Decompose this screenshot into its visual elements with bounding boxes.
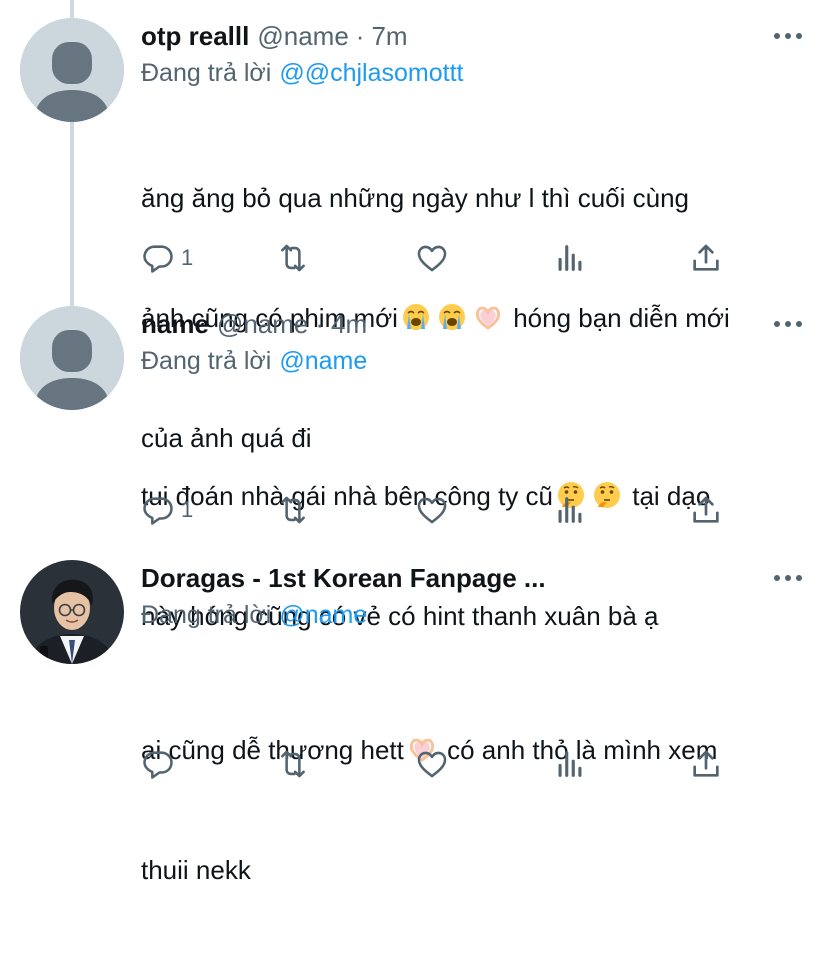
- tweet-actions: [141, 744, 741, 784]
- retweet-icon: [281, 750, 305, 778]
- user-handle[interactable]: @name: [217, 309, 308, 340]
- avatar[interactable]: [20, 18, 124, 122]
- default-avatar-icon: [20, 18, 124, 122]
- tweet-header: name @name · 4m: [141, 306, 768, 342]
- reply-icon: [143, 245, 173, 273]
- tweet[interactable]: otp realll @name · 7m Đang trả lời @@chj…: [0, 0, 828, 453]
- tweet[interactable]: name @name · 4m Đang trả lời @name tui đ…: [0, 288, 828, 631]
- reply-prefix: Đang trả lời: [141, 346, 272, 375]
- analytics-icon: [558, 497, 582, 523]
- analytics-icon: [558, 751, 582, 777]
- analytics-button[interactable]: [553, 744, 587, 784]
- like-icon: [417, 245, 447, 272]
- like-button[interactable]: [415, 490, 449, 530]
- reply-target-link[interactable]: @name: [279, 347, 367, 376]
- share-icon: [693, 496, 719, 523]
- tweet-actions: 1: [141, 238, 741, 278]
- share-button[interactable]: [689, 238, 723, 278]
- like-icon: [417, 497, 447, 524]
- replying-to: Đang trả lời @name: [141, 597, 367, 633]
- reply-icon: [143, 497, 173, 525]
- analytics-button[interactable]: [553, 238, 587, 278]
- tweet-actions: 1: [141, 490, 741, 530]
- tweet-text-line: ăng ăng bỏ qua những ngày như l thì cuối…: [141, 183, 690, 213]
- tweet-text-line: thuii nekk: [141, 855, 251, 885]
- timestamp[interactable]: 4m: [331, 309, 367, 340]
- reply-count: 1: [181, 245, 194, 270]
- timestamp[interactable]: 7m: [371, 21, 407, 52]
- separator: ·: [355, 20, 365, 51]
- reply-button[interactable]: 1: [141, 490, 193, 530]
- user-handle[interactable]: @name: [257, 21, 348, 52]
- retweet-button[interactable]: [275, 238, 311, 278]
- tweet[interactable]: Doragas - 1st Korean Fanpage ... Đang tr…: [0, 542, 828, 885]
- reply-prefix: Đang trả lời: [141, 600, 272, 629]
- default-avatar-icon: [20, 306, 124, 410]
- reply-icon: [143, 751, 173, 779]
- reply-button[interactable]: [141, 744, 175, 784]
- replying-to: Đang trả lời @name: [141, 343, 367, 379]
- more-icon[interactable]: [774, 570, 802, 586]
- tweet-text: ai cũng dễ thương hett có anh thỏ là mìn…: [141, 650, 801, 970]
- more-icon[interactable]: [774, 28, 802, 44]
- retweet-icon: [281, 244, 305, 272]
- share-icon: [693, 750, 719, 777]
- reply-target-link[interactable]: @name: [279, 601, 367, 630]
- share-button[interactable]: [689, 490, 723, 530]
- tweet-header: otp realll @name · 7m: [141, 18, 768, 54]
- avatar[interactable]: [20, 306, 124, 410]
- display-name[interactable]: name: [141, 309, 209, 340]
- avatar[interactable]: [20, 560, 124, 664]
- reply-prefix: Đang trả lời: [141, 58, 272, 87]
- tweet-header: Doragas - 1st Korean Fanpage ...: [141, 560, 768, 596]
- retweet-button[interactable]: [275, 744, 311, 784]
- retweet-button[interactable]: [275, 490, 311, 530]
- reply-button[interactable]: 1: [141, 238, 193, 278]
- retweet-icon: [281, 496, 305, 524]
- analytics-button[interactable]: [553, 490, 587, 530]
- analytics-icon: [558, 245, 582, 271]
- more-icon[interactable]: [774, 316, 802, 332]
- share-icon: [693, 244, 719, 271]
- replying-to: Đang trả lời @@chjlasomottt: [141, 55, 464, 91]
- display-name[interactable]: otp realll: [141, 21, 249, 52]
- display-name[interactable]: Doragas - 1st Korean Fanpage ...: [141, 563, 546, 594]
- separator: ·: [315, 308, 325, 339]
- like-button[interactable]: [415, 744, 449, 784]
- share-button[interactable]: [689, 744, 723, 784]
- like-button[interactable]: [415, 238, 449, 278]
- profile-photo-icon: [20, 560, 124, 664]
- reply-count: 1: [181, 497, 194, 522]
- reply-target-link[interactable]: @@chjlasomottt: [279, 59, 463, 88]
- like-icon: [417, 751, 447, 778]
